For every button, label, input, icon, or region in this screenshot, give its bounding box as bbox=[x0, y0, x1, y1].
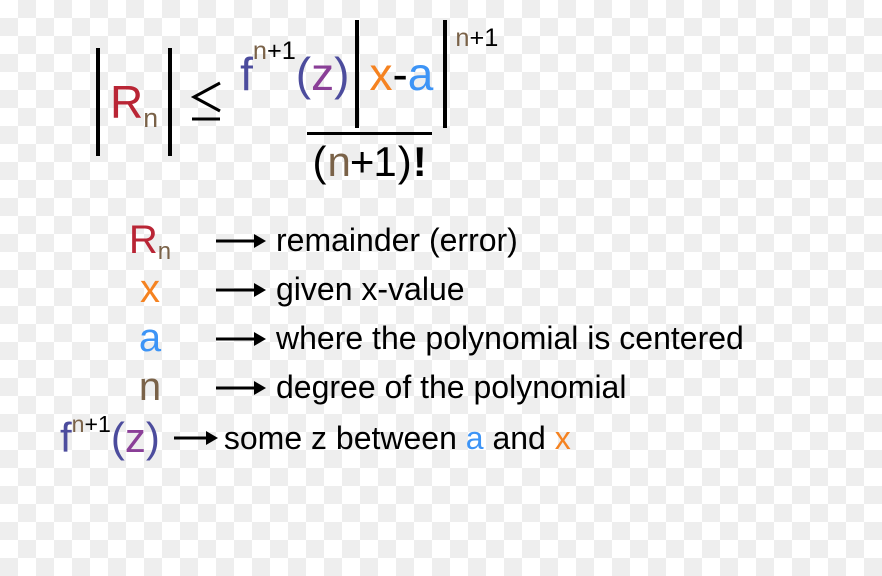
abs-Rn: Rn bbox=[92, 48, 176, 156]
legend-row-Rn: Rn remainder (error) bbox=[90, 218, 822, 263]
legend-row-n: n degree of the polynomial bbox=[90, 365, 822, 410]
formula-remainder-bound: Rn fn+1(z) x-a n+1 bbox=[90, 20, 822, 183]
symbol-n-subscript: n bbox=[143, 105, 158, 132]
legend-desc-remainder: remainder (error) bbox=[276, 222, 518, 259]
numerator: fn+1(z) x-a n+1 bbox=[234, 20, 504, 132]
symbol-leq bbox=[186, 77, 226, 127]
arrow-icon bbox=[210, 280, 270, 300]
den-close: ) bbox=[398, 141, 411, 183]
legend-fz-exp-n: n bbox=[72, 411, 85, 437]
factorial: ! bbox=[413, 141, 426, 183]
legend-row-a: a where the polynomial is centered bbox=[90, 316, 822, 361]
legend-row-x: x given x-value bbox=[90, 267, 822, 312]
page: Rn fn+1(z) x-a n+1 bbox=[0, 0, 882, 462]
fz-desc-a: a bbox=[466, 420, 484, 456]
legend-symbol-R: R bbox=[129, 218, 158, 263]
exp-plus1: +1 bbox=[267, 37, 296, 65]
legend-symbol-x: x bbox=[140, 267, 160, 312]
z-close-paren: ) bbox=[334, 51, 349, 97]
den-plus1: +1 bbox=[350, 138, 396, 185]
fz-desc-x: x bbox=[555, 420, 571, 456]
legend-desc-fz: some z between a and x bbox=[224, 420, 571, 457]
legend-desc-n: degree of the polynomial bbox=[276, 369, 626, 406]
den-open: ( bbox=[313, 141, 326, 183]
symbol-f: f bbox=[240, 51, 253, 97]
outer-exp-plus1: +1 bbox=[469, 24, 498, 52]
legend-symbol-Rn-sub: n bbox=[158, 238, 171, 266]
legend-fz-exp-plus1: +1 bbox=[85, 411, 111, 437]
symbol-x: x bbox=[369, 51, 392, 97]
legend-desc-a: where the polynomial is centered bbox=[276, 320, 744, 357]
exp-n: n bbox=[253, 37, 267, 65]
arrow-icon bbox=[210, 231, 270, 251]
symbol-a: a bbox=[408, 51, 434, 97]
legend-symbol-f: f bbox=[60, 414, 72, 462]
z-open-paren: ( bbox=[296, 51, 311, 97]
legend-fz-close: ) bbox=[146, 414, 160, 462]
legend-fz-open: ( bbox=[111, 414, 125, 462]
arrow-icon bbox=[172, 428, 218, 448]
legend: Rn remainder (error) x given x-value a w… bbox=[90, 218, 822, 462]
legend-symbol-n: n bbox=[139, 365, 161, 410]
legend-row-fz: fn+1(z) some z between a and x bbox=[60, 414, 822, 462]
legend-desc-x: given x-value bbox=[276, 271, 465, 308]
arrow-icon bbox=[210, 329, 270, 349]
legend-symbol-z: z bbox=[125, 414, 146, 462]
abs-x-minus-a: x-a bbox=[351, 20, 451, 128]
denominator: (n+1)! bbox=[307, 132, 432, 183]
outer-exp-n: n bbox=[455, 24, 469, 52]
symbol-R: R bbox=[110, 79, 143, 125]
legend-symbol-a: a bbox=[139, 316, 161, 361]
fz-desc-mid: and bbox=[484, 420, 555, 456]
fraction: fn+1(z) x-a n+1 (n+1)! bbox=[234, 20, 504, 183]
fz-desc-pre: some z between bbox=[224, 420, 466, 456]
den-n: n bbox=[328, 138, 350, 185]
arrow-icon bbox=[210, 378, 270, 398]
symbol-minus: - bbox=[392, 51, 407, 97]
symbol-z: z bbox=[311, 51, 334, 97]
